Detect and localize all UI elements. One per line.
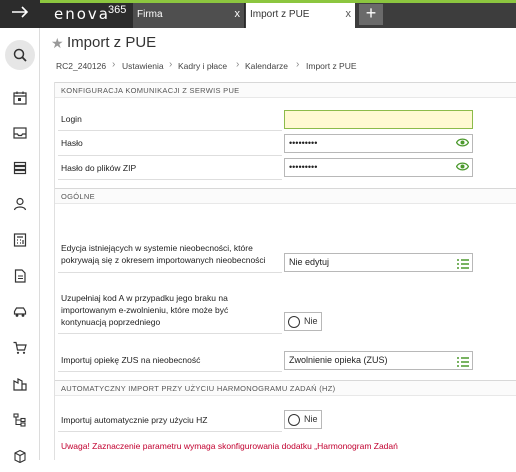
chevron-right-icon: ›	[236, 59, 240, 70]
eye-icon[interactable]	[455, 161, 470, 178]
eye-icon[interactable]	[455, 137, 470, 154]
login-label: Login	[61, 114, 82, 124]
haslo-label: Hasło	[61, 138, 83, 148]
hz-toggle[interactable]: Nie	[284, 410, 322, 429]
edycja-value: Nie edytuj	[289, 257, 330, 267]
sidebar-item-database[interactable]	[0, 154, 40, 184]
section-title-ogolne: OGÓLNE	[55, 188, 516, 204]
breadcrumb: RC2_240126 › Ustawienia › Kadry i płace …	[41, 58, 516, 74]
box-icon	[14, 449, 26, 464]
divider	[58, 130, 282, 131]
kodA-value: Nie	[304, 316, 318, 326]
radio-circle-icon	[288, 414, 300, 426]
zip-password-label: Hasło do plików ZIP	[61, 163, 137, 173]
inbox-icon	[13, 127, 27, 139]
kodA-toggle[interactable]: Nie	[284, 312, 322, 331]
menu-arrow-button[interactable]	[0, 0, 40, 28]
tab-close-icon[interactable]: x	[346, 3, 352, 26]
tree-icon	[13, 413, 26, 427]
divider	[58, 272, 282, 273]
divider	[58, 155, 282, 156]
opieka-label: Importuj opiekę ZUS na nieobecność	[61, 355, 201, 365]
people-icon	[13, 197, 27, 211]
sidebar-item-building[interactable]	[0, 370, 40, 400]
new-tab-button[interactable]: +	[359, 4, 383, 25]
list-icon[interactable]	[457, 258, 469, 275]
top-accent-bar	[355, 0, 516, 3]
chevron-right-icon: ›	[296, 59, 300, 70]
opieka-value: Zwolnienie opieka (ZUS)	[289, 355, 388, 365]
building-icon	[13, 378, 27, 391]
chevron-right-icon: ›	[169, 59, 173, 70]
edycja-select[interactable]: Nie edytuj	[284, 253, 473, 272]
kodA-label-line3: kontynuacją poprzedniego	[61, 317, 161, 327]
document-icon	[14, 269, 26, 283]
password-value: •••••••••	[289, 138, 318, 148]
kodA-label-line1: Uzupełniaj kod A w przypadku jego braku …	[61, 293, 228, 303]
calculator-icon	[13, 233, 27, 247]
calendar-icon	[13, 91, 27, 105]
sidebar-item-tree[interactable]	[0, 406, 40, 436]
password-input[interactable]: •••••••••	[284, 134, 473, 153]
app-logo: enova 365	[40, 0, 133, 28]
divider	[58, 179, 282, 180]
breadcrumb-item[interactable]: RC2_240126	[56, 61, 106, 71]
logo-number: 365	[108, 4, 127, 16]
section-title-automatyczny: AUTOMATYCZNY IMPORT PRZY UŻYCIU HARMONOG…	[55, 380, 516, 396]
zip-password-value: •••••••••	[289, 162, 318, 172]
section-title-komunikacja: KONFIGURACJA KOMUNIKACJI Z SERWIS PUE	[55, 82, 516, 98]
tab-close-icon[interactable]: x	[235, 3, 241, 26]
cart-icon	[13, 341, 27, 354]
kodA-label-line2: importowanym e-zwolnieniu, które może by…	[61, 305, 229, 315]
divider	[58, 431, 282, 432]
sidebar-item-inbox[interactable]	[0, 119, 40, 149]
breadcrumb-item[interactable]: Ustawienia	[122, 61, 164, 71]
warning-text: Uwaga! Zaznaczenie parametru wymaga skon…	[61, 441, 398, 451]
edycja-label-line2: pokrywają się z okresem importowanych ni…	[61, 255, 266, 265]
sidebar-item-document[interactable]	[0, 262, 40, 292]
login-input[interactable]	[284, 110, 473, 129]
chevron-right-icon: ›	[112, 59, 116, 70]
edycja-label-line1: Edycja istniejących w systemie nieobecno…	[61, 243, 253, 253]
logo-text: enova	[54, 5, 110, 23]
opieka-select[interactable]: Zwolnienie opieka (ZUS)	[284, 351, 473, 370]
divider	[58, 333, 282, 334]
logo-accent-bar	[40, 0, 133, 3]
list-icon[interactable]	[457, 356, 469, 373]
sidebar-item-calculator[interactable]	[0, 226, 40, 256]
search-button[interactable]	[5, 40, 35, 70]
favorite-star-icon[interactable]: ★	[51, 35, 64, 52]
hz-label: Importuj automatycznie przy użyciu HZ	[61, 415, 208, 425]
database-icon	[13, 161, 27, 175]
breadcrumb-item[interactable]: Kadry i płace	[178, 61, 227, 71]
sidebar-item-box[interactable]	[0, 442, 40, 472]
breadcrumb-item[interactable]: Kalendarze	[245, 61, 288, 71]
page-header: ★ Import z PUE	[41, 28, 516, 58]
divider	[58, 371, 282, 372]
car-icon	[13, 307, 27, 317]
radio-circle-icon	[288, 316, 300, 328]
tab-label: Import z PUE	[250, 9, 310, 20]
tab-firma[interactable]: Firma x	[133, 3, 245, 28]
sidebar-item-car[interactable]	[0, 298, 40, 328]
breadcrumb-item[interactable]: Import z PUE	[306, 61, 357, 71]
search-icon	[13, 48, 27, 62]
tab-label: Firma	[137, 9, 163, 20]
sidebar-item-people[interactable]	[0, 190, 40, 220]
arrow-right-icon	[11, 3, 29, 22]
sidebar-item-calendar[interactable]	[0, 84, 40, 114]
sidebar-item-cart[interactable]	[0, 334, 40, 364]
tab-import-z-pue[interactable]: Import z PUE x	[246, 3, 355, 28]
hz-value: Nie	[304, 414, 318, 424]
top-bar: enova 365 Firma x Import z PUE x +	[0, 0, 516, 28]
page-title: Import z PUE	[67, 34, 157, 51]
zip-password-input[interactable]: •••••••••	[284, 158, 473, 177]
sidebar	[0, 28, 40, 464]
